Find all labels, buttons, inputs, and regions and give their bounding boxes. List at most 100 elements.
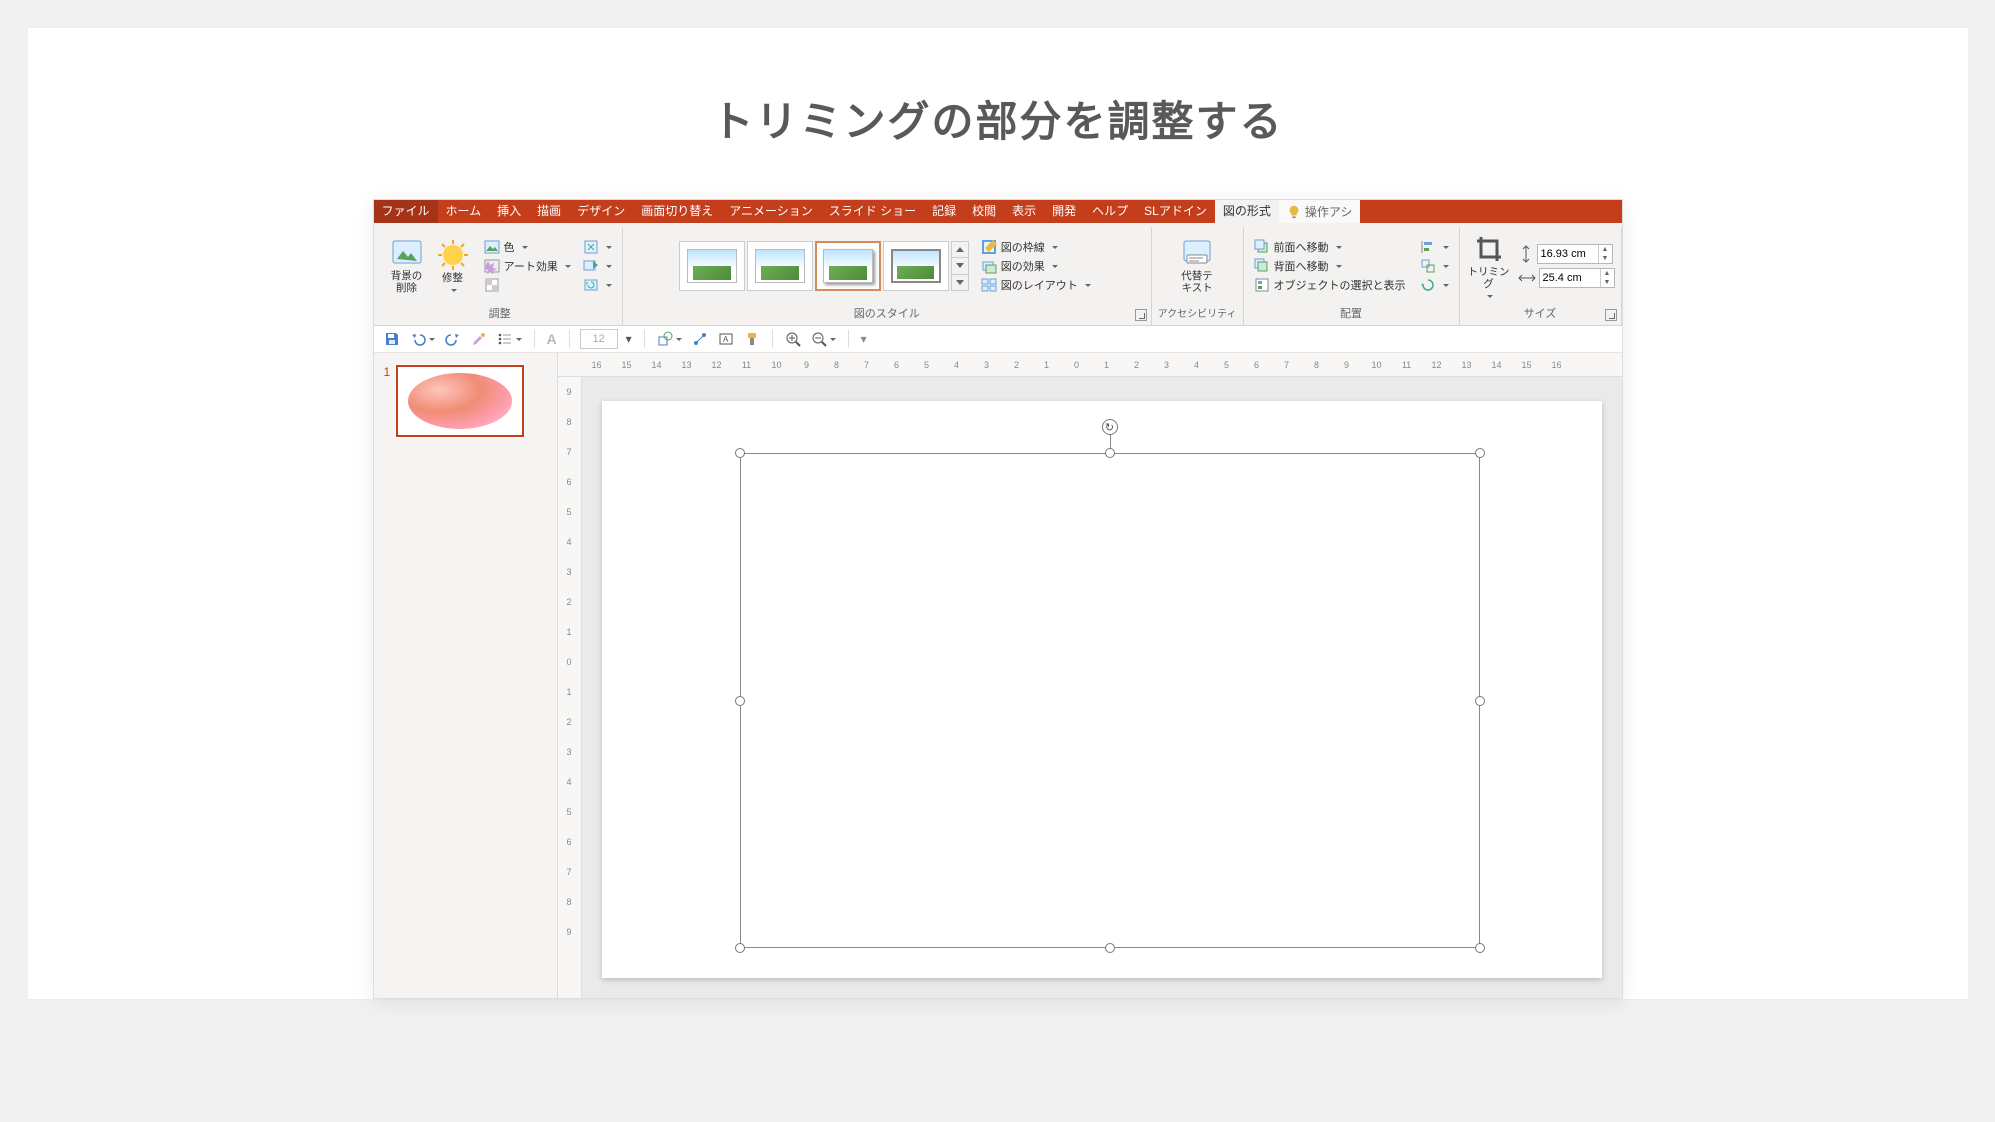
handle-top-left[interactable]	[735, 448, 745, 458]
selection-pane-button[interactable]: オブジェクトの選択と表示	[1250, 276, 1410, 294]
corrections-button[interactable]: 修整	[430, 237, 476, 295]
styles-gallery-more[interactable]	[951, 241, 969, 291]
zoom-out-button[interactable]	[809, 329, 838, 349]
transparency-button[interactable]	[480, 276, 575, 294]
slide-canvas[interactable]	[602, 401, 1602, 978]
crop-button[interactable]: トリミング	[1466, 231, 1512, 300]
horizontal-ruler[interactable]: 1615141312111098765432101234567891011121…	[558, 353, 1622, 377]
width-down[interactable]: ▼	[1601, 278, 1614, 287]
width-icon	[1518, 270, 1536, 286]
height-field[interactable]	[1538, 248, 1598, 260]
bullets-icon	[497, 331, 513, 347]
svg-text:A: A	[723, 335, 729, 344]
crop-icon	[1473, 233, 1505, 265]
tab-insert[interactable]: 挿入	[489, 200, 529, 223]
tab-help[interactable]: ヘルプ	[1084, 200, 1136, 223]
reset-picture-button[interactable]	[579, 276, 616, 294]
tab-transitions[interactable]: 画面切り替え	[633, 200, 721, 223]
style-thumb-3[interactable]	[815, 241, 881, 291]
qat-customize[interactable]: ▾	[859, 330, 869, 348]
picture-styles-gallery[interactable]	[679, 241, 969, 291]
bring-forward-button[interactable]: 前面へ移動	[1250, 238, 1410, 256]
handle-left[interactable]	[735, 696, 745, 706]
style-thumb-1[interactable]	[679, 241, 745, 291]
ink-button[interactable]	[469, 329, 489, 349]
tab-animations[interactable]: アニメーション	[721, 200, 821, 223]
tab-design[interactable]: デザイン	[569, 200, 633, 223]
bring-forward-icon	[1254, 239, 1270, 255]
picture-layout-button[interactable]: 図のレイアウト	[977, 276, 1095, 294]
selected-image[interactable]	[740, 453, 1480, 948]
width-up[interactable]: ▲	[1601, 269, 1614, 278]
artistic-effects-button[interactable]: アート効果	[480, 257, 575, 275]
font-size-box[interactable]: 12	[580, 329, 618, 349]
slide-workspace[interactable]	[582, 377, 1622, 998]
handle-bottom[interactable]	[1105, 943, 1115, 953]
vertical-ruler[interactable]: 9876543210123456789	[558, 377, 582, 998]
redo-button[interactable]	[443, 329, 463, 349]
send-backward-icon	[1254, 258, 1270, 274]
compress-pictures-button[interactable]	[579, 238, 616, 256]
group-size: トリミング ▲▼	[1460, 227, 1622, 325]
rotate-icon	[1420, 277, 1436, 293]
transparency-icon	[484, 277, 500, 293]
tell-me-search[interactable]: 操作アシ	[1279, 200, 1361, 223]
tab-record[interactable]: 記録	[924, 200, 964, 223]
style-thumb-4[interactable]	[883, 241, 949, 291]
tab-slideshow[interactable]: スライド ショー	[821, 200, 924, 223]
handle-bottom-right[interactable]	[1475, 943, 1485, 953]
text-box-button[interactable]: A	[716, 329, 736, 349]
picture-border-button[interactable]: 図の枠線	[977, 238, 1095, 256]
shapes-button[interactable]	[655, 329, 684, 349]
format-painter-button[interactable]	[742, 329, 762, 349]
height-input[interactable]: ▲▼	[1537, 244, 1613, 264]
handle-right[interactable]	[1475, 696, 1485, 706]
format-painter-icon	[744, 331, 760, 347]
tab-review[interactable]: 校閲	[964, 200, 1004, 223]
tab-home[interactable]: ホーム	[438, 200, 490, 223]
styles-launcher[interactable]	[1135, 309, 1147, 321]
font-size-dd[interactable]: ▾	[624, 330, 634, 348]
undo-button[interactable]	[408, 329, 437, 349]
group-label-accessibility: アクセシビリティ	[1158, 303, 1237, 324]
picture-layout-icon	[981, 277, 997, 293]
tab-sl-addin[interactable]: SLアドイン	[1136, 200, 1215, 223]
width-field[interactable]	[1540, 272, 1600, 284]
slide-thumb-1[interactable]	[396, 365, 524, 437]
connector-button[interactable]	[690, 329, 710, 349]
handle-top-right[interactable]	[1475, 448, 1485, 458]
handle-bottom-left[interactable]	[735, 943, 745, 953]
rotation-handle[interactable]	[1102, 419, 1118, 435]
alt-text-button[interactable]: 代替テキスト	[1174, 235, 1220, 296]
style-thumb-2[interactable]	[747, 241, 813, 291]
size-launcher[interactable]	[1605, 309, 1617, 321]
group-label-styles: 図のスタイル	[629, 303, 1145, 325]
picture-effects-button[interactable]: 図の効果	[977, 257, 1095, 275]
canvas-area: 1615141312111098765432101234567891011121…	[558, 353, 1622, 998]
color-button[interactable]: 色	[480, 238, 575, 256]
slide-thumbnails-pane[interactable]: 1	[374, 353, 558, 998]
tab-view[interactable]: 表示	[1004, 200, 1044, 223]
tab-picture-format[interactable]: 図の形式	[1215, 200, 1279, 223]
tab-draw[interactable]: 描画	[529, 200, 569, 223]
rotate-button[interactable]	[1416, 276, 1453, 294]
width-input[interactable]: ▲▼	[1539, 268, 1615, 288]
handle-top[interactable]	[1105, 448, 1115, 458]
group-button[interactable]	[1416, 257, 1453, 275]
tab-developer[interactable]: 開発	[1044, 200, 1084, 223]
ribbon: 背景の削除 修整 色	[374, 223, 1622, 326]
tab-file[interactable]: ファイル	[374, 200, 438, 223]
compress-icon	[583, 239, 599, 255]
align-button[interactable]	[1416, 238, 1453, 256]
font-color-button[interactable]: A	[545, 329, 559, 349]
height-down[interactable]: ▼	[1599, 254, 1612, 263]
bullets-button[interactable]	[495, 329, 524, 349]
remove-background-button[interactable]: 背景の削除	[384, 235, 430, 296]
send-backward-button[interactable]: 背面へ移動	[1250, 257, 1410, 275]
reset-picture-icon	[583, 277, 599, 293]
height-up[interactable]: ▲	[1599, 245, 1612, 254]
zoom-in-button[interactable]	[783, 329, 803, 349]
corrections-icon	[437, 239, 469, 271]
change-picture-button[interactable]	[579, 257, 616, 275]
save-button[interactable]	[382, 329, 402, 349]
